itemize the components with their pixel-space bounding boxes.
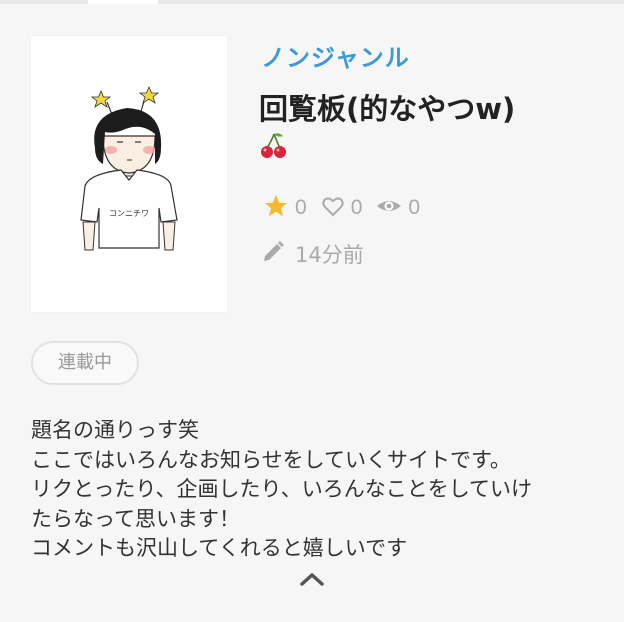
star-stat[interactable]: 0 [263,193,307,223]
description-line: コメントも沢山してくれると嬉しいです [31,536,408,560]
top-tab-bar [0,0,624,4]
novel-title: 回覧板(的なやつw) [259,92,516,126]
novel-detail-page: コンニチワ ノンジャンル 回覧板(的なやつw) 0 0 0 14分前 連載中 題… [0,0,624,622]
description: 題名の通りっす笑 ここではいろんなお知らせをしていくサイトです。 リクとったり、… [31,416,611,564]
top-tab-indicator [88,0,158,4]
like-stat[interactable]: 0 [321,194,363,222]
star-count: 0 [295,196,307,219]
updated-text: 14分前 [295,243,364,267]
genre-link[interactable]: ノンジャンル [261,38,410,73]
like-count: 0 [350,196,363,219]
cover-image[interactable]: コンニチワ [31,36,227,312]
cherry-icon [259,130,289,160]
description-line: たらなって思います！ [31,506,240,531]
star-icon [263,193,289,223]
eye-icon [376,193,402,223]
updated-time: 14分前 [261,239,364,269]
pencil-icon [261,240,285,268]
view-stat: 0 [376,193,420,223]
view-count: 0 [408,196,421,219]
status-badge: 連載中 [31,341,139,385]
collapse-description-button[interactable] [297,567,327,591]
star-antenna-left-icon [90,89,112,108]
description-line: リクとったり、企画したり、いろんなことをしていけ [31,477,533,501]
chevron-up-icon [297,573,327,595]
heart-icon [321,194,345,222]
stats-row: 0 0 0 [263,193,434,223]
cover-shirt-text: コンニチワ [109,209,149,218]
description-line: 題名の通りっす笑 [31,418,199,442]
cover-illustration: コンニチワ [80,85,178,251]
star-antenna-right-icon [138,85,160,104]
description-line: ここではいろんなお知らせをしていくサイトです。 [31,447,511,472]
